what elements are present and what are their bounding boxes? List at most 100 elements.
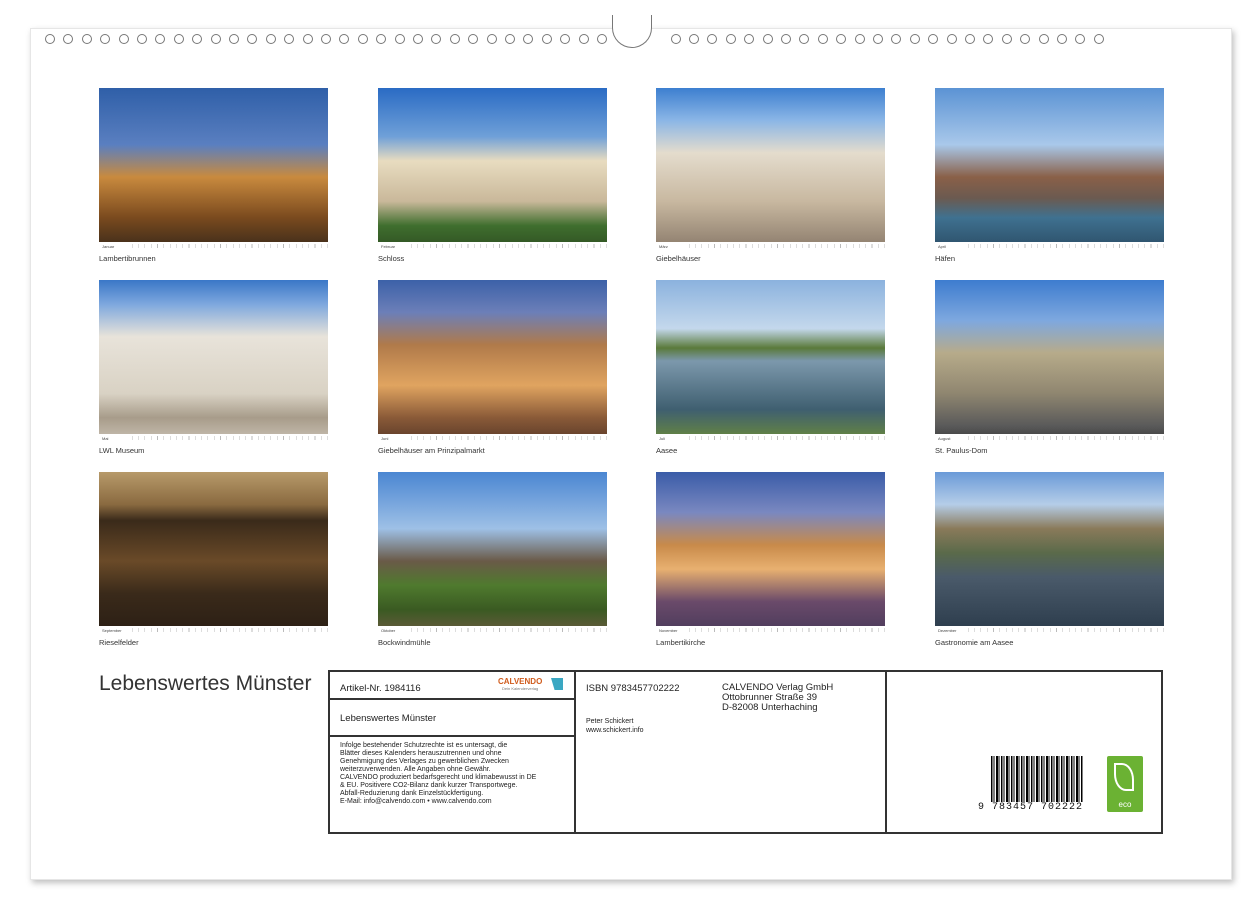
day-cells [411, 628, 607, 632]
day-cells [968, 628, 1164, 632]
day-cells [411, 244, 607, 248]
binding-ring [155, 34, 166, 44]
binding-ring [45, 34, 55, 44]
legal-line: CALVENDO produziert bedarfsgerecht und k… [340, 774, 537, 781]
month-photo: September [99, 472, 328, 634]
binding-ring [1093, 34, 1104, 44]
month-photo: August [935, 280, 1164, 442]
mini-calendar-strip: Juli [656, 434, 885, 442]
logo-text: CALVENDO [498, 677, 543, 686]
binding-ring [413, 34, 423, 44]
binding-ring [762, 34, 773, 44]
binding-ring [486, 34, 497, 44]
mini-calendar-strip: Februar [378, 242, 607, 250]
month-tile: November Lambertikirche [656, 472, 885, 647]
month-label: Dezember [938, 627, 957, 633]
barcode-digits: 9 783457 702222 [978, 802, 1084, 813]
legal-line: & EU. Positivere CO2-Bilanz dank kurzer … [340, 782, 518, 789]
day-cells [132, 436, 328, 440]
isbn: ISBN 9783457702222 [586, 683, 680, 694]
binding-ring [725, 34, 736, 44]
binding-ring [192, 34, 203, 44]
month-tile: März Giebelhäuser [656, 88, 885, 263]
day-cells [132, 628, 328, 632]
article-number: Artikel-Nr. 1984116 [340, 683, 421, 694]
binding-ring [928, 34, 939, 44]
binding-ring [431, 34, 442, 44]
binding-ring [523, 34, 534, 44]
binding-ring [578, 34, 589, 44]
month-tile: September Rieselfelder [99, 472, 328, 647]
legal-line: Infolge bestehender Schutzrechte ist es … [340, 742, 508, 749]
month-label: Oktober [381, 627, 396, 633]
binding-ring [229, 34, 239, 44]
photo-caption: Rieselfelder [99, 638, 139, 647]
binding-ring [891, 34, 902, 44]
eco-label: eco [1118, 800, 1132, 809]
month-photo: Januar [99, 88, 328, 250]
day-cells [689, 628, 885, 632]
month-tile: Juni Giebelhäuser am Prinzipalmarkt [378, 280, 607, 455]
calendar-title: Lebenswertes Münster [99, 672, 312, 695]
binding-ring [1020, 34, 1031, 44]
binding-ring [357, 34, 368, 44]
binding-ring [817, 34, 828, 44]
mini-calendar-strip: Dezember [935, 626, 1164, 634]
month-tile: Mai LWL Museum [99, 280, 328, 455]
month-label: November [659, 627, 678, 633]
photo-caption: Giebelhäuser [656, 254, 701, 263]
month-tile: Januar Lambertibrunnen [99, 88, 328, 263]
spiral-binding [31, 15, 1231, 49]
binding-ring [1075, 34, 1086, 44]
day-cells [689, 436, 885, 440]
day-cells [689, 244, 885, 248]
mini-calendar-strip: April [935, 242, 1164, 250]
photo-caption: Lambertibrunnen [99, 254, 156, 263]
binding-ring [1001, 34, 1012, 44]
photo-caption: Bockwindmühle [378, 638, 431, 647]
binding-ring [541, 34, 552, 44]
binding-ring [781, 34, 791, 44]
month-label: Juli [659, 435, 666, 441]
binding-ring [670, 34, 681, 44]
binding-ring [210, 34, 221, 44]
author-name: Peter Schickert [586, 718, 634, 725]
binding-ring [63, 34, 74, 44]
mini-calendar-strip: August [935, 434, 1164, 442]
month-photo: November [656, 472, 885, 634]
month-photo: Juni [378, 280, 607, 442]
mini-calendar-strip: September [99, 626, 328, 634]
binding-ring [302, 34, 313, 44]
binding-ring [81, 34, 92, 44]
legal-text: Infolge bestehender Schutzrechte ist es … [340, 742, 572, 806]
binding-ring [597, 34, 607, 44]
leaf-icon [1114, 763, 1134, 791]
photo-caption: Lambertikirche [656, 638, 706, 647]
month-label: Juni [381, 435, 389, 441]
photo-caption: Schloss [378, 254, 405, 263]
mini-calendar-strip: November [656, 626, 885, 634]
month-label: März [659, 243, 668, 249]
binding-ring [173, 34, 184, 44]
month-label: April [938, 243, 947, 249]
month-tile: April Häfen [935, 88, 1164, 263]
month-photo: Juli [656, 280, 885, 442]
info-title: Lebenswertes Münster [340, 713, 437, 724]
month-photo: Dezember [935, 472, 1164, 634]
month-photo: Oktober [378, 472, 607, 634]
binding-ring [707, 34, 718, 44]
month-photo: Februar [378, 88, 607, 250]
day-cells [411, 436, 607, 440]
logo-subtitle: Dein Kalenderverlag [502, 686, 539, 691]
mini-calendar-strip: Januar [99, 242, 328, 250]
month-label: Mai [102, 435, 109, 441]
binding-ring [873, 34, 883, 44]
eco-badge: eco [1107, 756, 1143, 812]
day-cells [132, 244, 328, 248]
photo-caption: Gastronomie am Aasee [935, 638, 1014, 647]
binding-ring [137, 34, 147, 44]
month-tile: Juli Aasee [656, 280, 885, 455]
photo-caption: LWL Museum [99, 446, 145, 455]
binding-ring [468, 34, 479, 44]
legal-line: Abfall-Reduzierung dank Einzelstückferti… [340, 790, 484, 797]
